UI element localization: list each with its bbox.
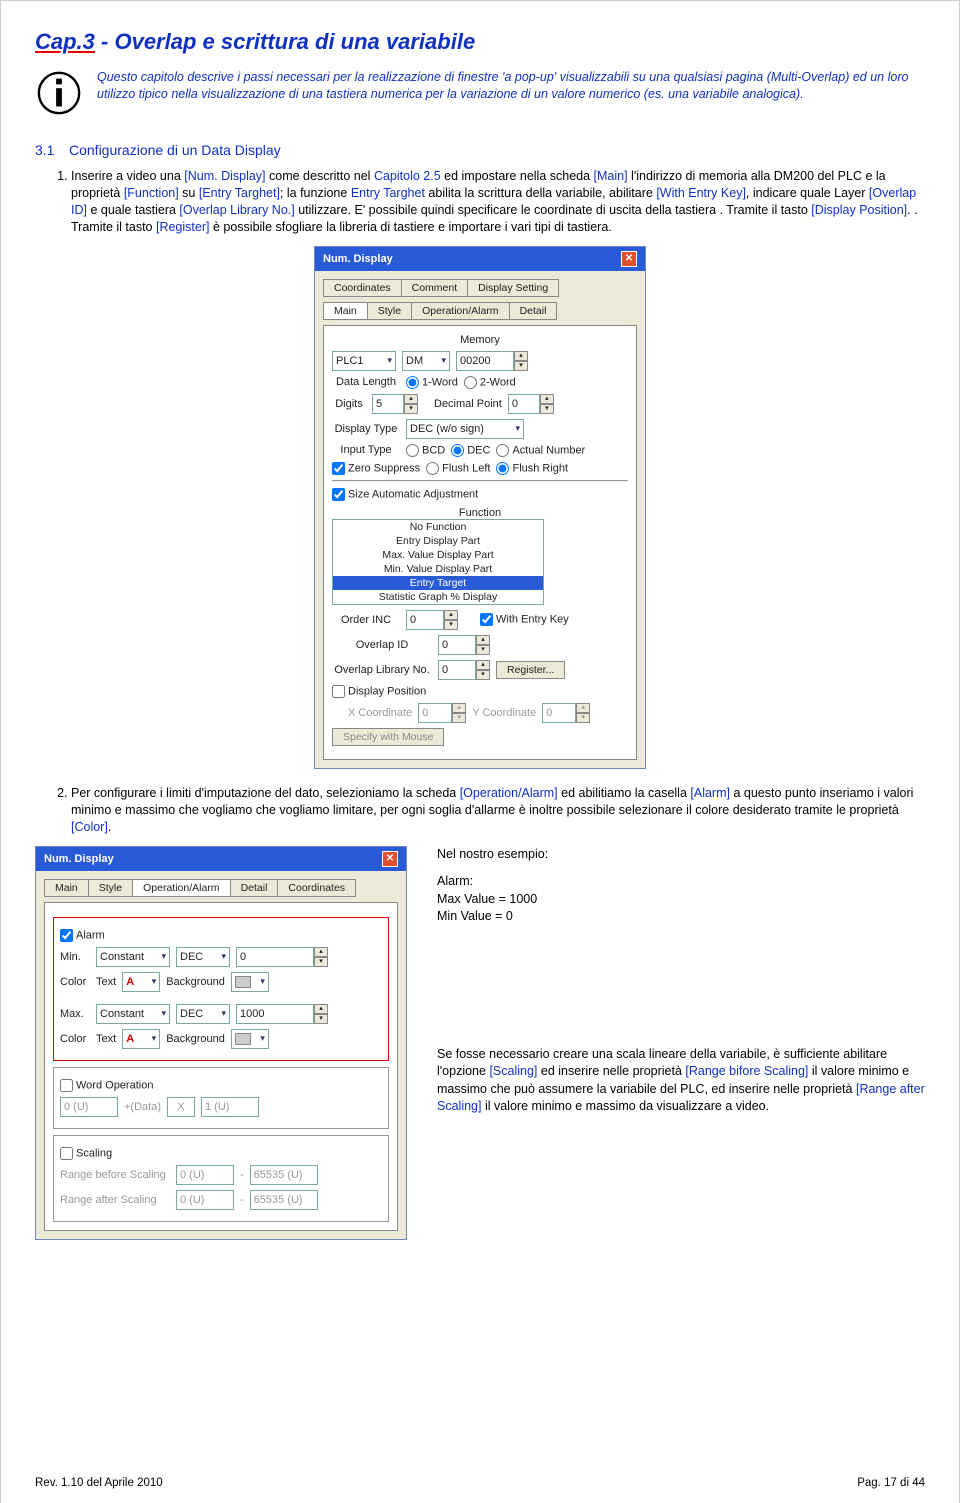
label-max: Max.	[60, 1008, 90, 1020]
step-1: Inserire a video una [Num. Display] come…	[71, 168, 925, 236]
tab-coordinates[interactable]: Coordinates	[323, 279, 402, 297]
max-mode-select[interactable]: Constant	[96, 1004, 170, 1024]
decimal-input[interactable]: 0	[508, 394, 540, 414]
check-scaling[interactable]: Scaling	[60, 1147, 112, 1160]
memory-addr-input[interactable]: 00200	[456, 351, 514, 371]
tab-style[interactable]: Style	[367, 302, 412, 320]
footer-right: Pag. 17 di 44	[857, 1477, 925, 1489]
tab-operation-alarm[interactable]: Operation/Alarm	[411, 302, 509, 320]
wordop-a: 0 (U)	[60, 1097, 118, 1117]
scaling-note: Se fosse necessario creare una scala lin…	[437, 1046, 925, 1116]
tab-detail[interactable]: Detail	[509, 302, 558, 320]
label-overlap-lib: Overlap Library No.	[332, 664, 432, 676]
label-overlap-id: Overlap ID	[332, 639, 432, 651]
memory-dm-select[interactable]: DM	[402, 351, 450, 371]
radio-2word[interactable]: 2-Word	[464, 376, 516, 389]
min-bg-color[interactable]	[231, 972, 269, 992]
max-value-input[interactable]: 1000	[236, 1004, 314, 1024]
section-heading: 3.1Configurazione di un Data Display	[35, 142, 925, 158]
max-text-color[interactable]: A	[122, 1029, 160, 1049]
y-coord-input: 0	[542, 703, 576, 723]
check-word-operation[interactable]: Word Operation	[60, 1079, 153, 1092]
label-background: Background	[166, 1033, 225, 1045]
ras-min: 0 (U)	[176, 1190, 234, 1210]
label-input-type: Input Type	[332, 444, 400, 456]
ras-max: 65535 (U)	[250, 1190, 318, 1210]
footer-left: Rev. 1.10 del Aprile 2010	[35, 1477, 163, 1489]
label-text: Text	[96, 976, 116, 988]
max-type-select[interactable]: DEC	[176, 1004, 230, 1024]
chapter-title: Cap.3 - Overlap e scrittura di una varia…	[35, 29, 925, 55]
chapter-intro: Questo capitolo descrive i passi necessa…	[97, 69, 925, 120]
label-background: Background	[166, 976, 225, 988]
label-memory: Memory	[332, 334, 628, 346]
tab-main[interactable]: Main	[44, 879, 89, 897]
label-color: Color	[60, 1033, 90, 1045]
info-icon	[35, 69, 83, 120]
label-order-inc: Order INC	[332, 614, 400, 626]
specify-mouse-button: Specify with Mouse	[332, 728, 444, 746]
check-zero-suppress[interactable]: Zero Suppress	[332, 462, 420, 475]
min-text-color[interactable]: A	[122, 972, 160, 992]
tab-main[interactable]: Main	[323, 302, 368, 320]
dialog-title: Num. Display	[44, 853, 114, 865]
label-color: Color	[60, 976, 90, 988]
overlap-id-input[interactable]: 0	[438, 635, 476, 655]
label-digits: Digits	[332, 398, 366, 410]
tab-operation-alarm[interactable]: Operation/Alarm	[132, 879, 230, 897]
radio-actual-number[interactable]: Actual Number	[496, 444, 585, 457]
order-inc-input[interactable]: 0	[406, 610, 444, 630]
function-listbox[interactable]: No Function Entry Display Part Max. Valu…	[332, 519, 544, 605]
display-type-select[interactable]: DEC (w/o sign)	[406, 419, 524, 439]
close-icon[interactable]: ✕	[382, 851, 398, 867]
overlap-lib-input[interactable]: 0	[438, 660, 476, 680]
tab-row-top: Coordinates Comment Display Setting	[323, 279, 637, 296]
tab-comment[interactable]: Comment	[401, 279, 469, 297]
dialog-num-display-main: Num. Display ✕ Coordinates Comment Displa…	[314, 246, 646, 769]
close-icon[interactable]: ✕	[621, 251, 637, 267]
label-y-coord: Y Coordinate	[472, 707, 536, 719]
min-type-select[interactable]: DEC	[176, 947, 230, 967]
min-value-input[interactable]: 0	[236, 947, 314, 967]
tab-row-bottom: Main Style Operation/Alarm Detail	[323, 302, 637, 319]
example-values: Alarm: Max Value = 1000 Min Value = 0	[437, 873, 925, 926]
label-text: Text	[96, 1033, 116, 1045]
radio-flush-left[interactable]: Flush Left	[426, 462, 490, 475]
label-decimal-point: Decimal Point	[434, 398, 502, 410]
radio-dec[interactable]: DEC	[451, 444, 490, 457]
check-alarm[interactable]: Alarm	[60, 929, 105, 942]
label-x-coord: X Coordinate	[348, 707, 412, 719]
wordop-op: X	[167, 1097, 195, 1117]
digits-input[interactable]: 5	[372, 394, 404, 414]
dialog-title: Num. Display	[323, 253, 393, 265]
radio-bcd[interactable]: BCD	[406, 444, 445, 457]
label-function: Function	[332, 507, 628, 519]
label-data-length: Data Length	[332, 376, 400, 388]
register-button[interactable]: Register...	[496, 661, 565, 679]
min-mode-select[interactable]: Constant	[96, 947, 170, 967]
label-display-type: Display Type	[332, 423, 400, 435]
check-display-position[interactable]: Display Position	[332, 685, 426, 698]
memory-plc-select[interactable]: PLC1	[332, 351, 396, 371]
example-heading: Nel nostro esempio:	[437, 846, 925, 864]
rbs-max: 65535 (U)	[250, 1165, 318, 1185]
max-bg-color[interactable]	[231, 1029, 269, 1049]
wordop-b: 1 (U)	[201, 1097, 259, 1117]
rbs-min: 0 (U)	[176, 1165, 234, 1185]
check-size-auto[interactable]: Size Automatic Adjustment	[332, 488, 478, 501]
label-range-after: Range after Scaling	[60, 1194, 170, 1206]
dialog-num-display-alarm: Num. Display ✕ Main Style Operation/Alarm…	[35, 846, 407, 1240]
radio-1word[interactable]: 1-Word	[406, 376, 458, 389]
label-range-before: Range before Scaling	[60, 1169, 170, 1181]
tab-detail[interactable]: Detail	[230, 879, 279, 897]
x-coord-input: 0	[418, 703, 452, 723]
tab-style[interactable]: Style	[88, 879, 133, 897]
label-min: Min.	[60, 951, 90, 963]
radio-flush-right[interactable]: Flush Right	[496, 462, 568, 475]
step-2: Per configurare i limiti d'imputazione d…	[71, 785, 925, 836]
tab-display-setting[interactable]: Display Setting	[467, 279, 559, 297]
check-with-entry-key[interactable]: With Entry Key	[480, 613, 569, 626]
tab-coordinates[interactable]: Coordinates	[277, 879, 356, 897]
